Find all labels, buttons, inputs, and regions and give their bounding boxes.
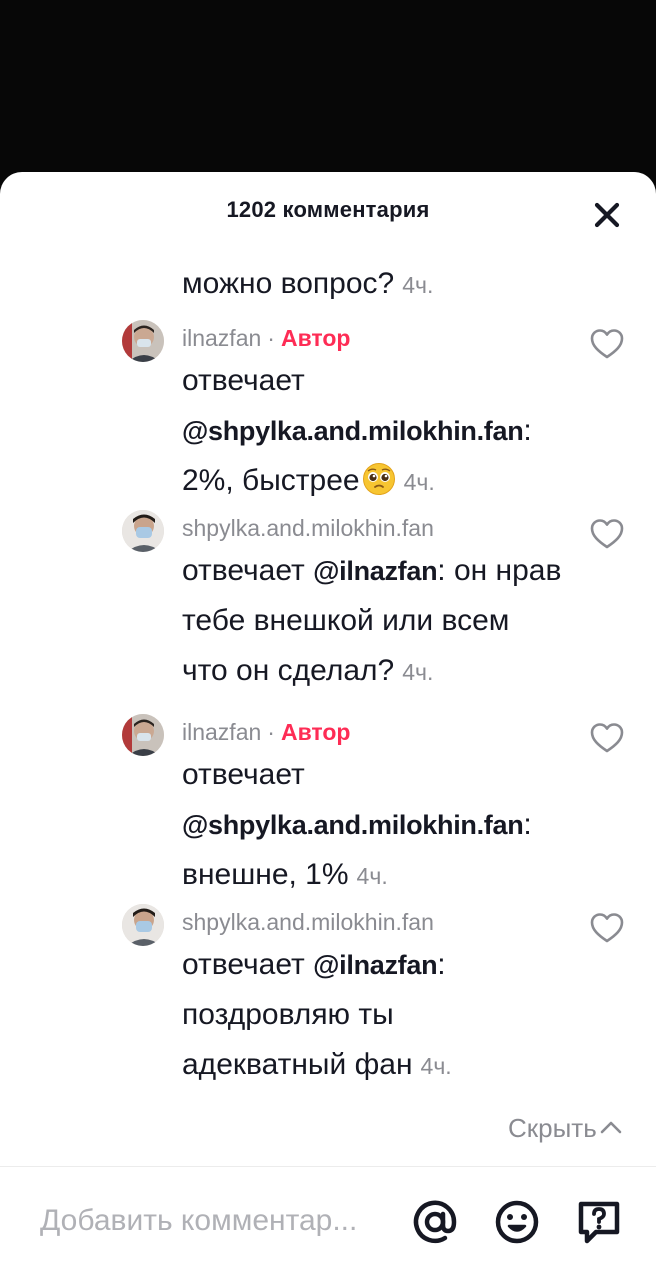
comment-meta: shpylka.and.milokhin.fan (182, 510, 434, 546)
heart-outline-icon (590, 913, 624, 943)
username[interactable]: shpylka.and.milokhin.fan (182, 909, 434, 935)
author-badge: Автор (280, 325, 351, 351)
comment-meta: ilnazfan · Автор (182, 714, 350, 750)
comments-sheet: 1202 комментария можно вопрос? 4ч. ilnazf… (0, 172, 656, 1280)
comment-input[interactable] (40, 1197, 390, 1245)
video-background (0, 0, 656, 185)
author-badge: Автор (280, 719, 351, 745)
comment-meta: ilnazfan · Автор (182, 320, 350, 356)
like-button[interactable] (588, 910, 626, 946)
comments-count-title: 1202 комментария (226, 197, 430, 222)
separator-dot: · (267, 325, 275, 351)
mention-link[interactable]: @ilnazfan (313, 950, 437, 980)
heart-outline-icon (590, 723, 624, 753)
avatar[interactable] (122, 510, 164, 552)
comment-text: можно вопрос? (182, 267, 395, 300)
mention-link[interactable]: @shpylka.and.milokhin.fan (182, 810, 524, 840)
username[interactable]: shpylka.and.milokhin.fan (182, 515, 434, 541)
user-avatar-image (122, 714, 164, 756)
user-avatar-image (122, 904, 164, 946)
reply-prefix: отвечает (182, 948, 314, 981)
pleading-face-emoji-icon (362, 463, 395, 495)
mention-link[interactable]: @ilnazfan (313, 556, 437, 586)
hide-replies-button[interactable]: Скрыть (508, 1110, 623, 1146)
close-button[interactable] (588, 196, 626, 234)
mention-button[interactable] (410, 1197, 460, 1247)
comment-body: отвечает @ilnazfan: он нрав тебе внешкой… (182, 546, 562, 697)
avatar[interactable] (122, 714, 164, 756)
mention-link[interactable]: @shpylka.and.milokhin.fan (182, 416, 524, 446)
at-sign-icon (413, 1200, 457, 1244)
comment-time: 4ч. (420, 1053, 452, 1079)
question-button[interactable] (574, 1197, 624, 1247)
question-bubble-icon (578, 1201, 620, 1244)
avatar[interactable] (122, 320, 164, 362)
heart-outline-icon (590, 519, 624, 549)
heart-outline-icon (590, 329, 624, 359)
reply-prefix: отвечает (182, 364, 305, 397)
user-avatar-image (122, 510, 164, 552)
comment-meta: shpylka.and.milokhin.fan (182, 904, 434, 940)
user-avatar-image (122, 320, 164, 362)
username[interactable]: ilnazfan (182, 719, 261, 745)
comments-header: 1202 комментария (0, 172, 656, 252)
comment-body: отвечает @shpylka.and.milokhin.fan: 2%, … (182, 356, 562, 507)
comment-time: 4ч. (402, 272, 434, 298)
reply-prefix: отвечает (182, 758, 305, 791)
like-button[interactable] (588, 326, 626, 362)
comment-composer (0, 1167, 656, 1280)
like-button[interactable] (588, 516, 626, 552)
comment-time: 4ч. (356, 863, 388, 889)
username[interactable]: ilnazfan (182, 325, 261, 351)
close-icon (594, 202, 620, 228)
avatar[interactable] (122, 904, 164, 946)
emoji-face-icon (495, 1200, 539, 1244)
reply-prefix: отвечает (182, 554, 314, 587)
emoji-button[interactable] (492, 1197, 542, 1247)
comment-time: 4ч. (403, 469, 435, 495)
chevron-up-icon (600, 1121, 622, 1134)
comment-body: отвечает @shpylka.and.milokhin.fan: внеш… (182, 750, 562, 901)
separator-dot: · (267, 719, 275, 745)
comment-body: отвечает @ilnazfan: поздровляю ты адеква… (182, 940, 562, 1091)
hide-replies-label: Скрыть (508, 1113, 597, 1143)
comment-time: 4ч. (402, 659, 434, 685)
like-button[interactable] (588, 720, 626, 756)
previous-comment-text: можно вопрос? 4ч. (182, 262, 602, 307)
